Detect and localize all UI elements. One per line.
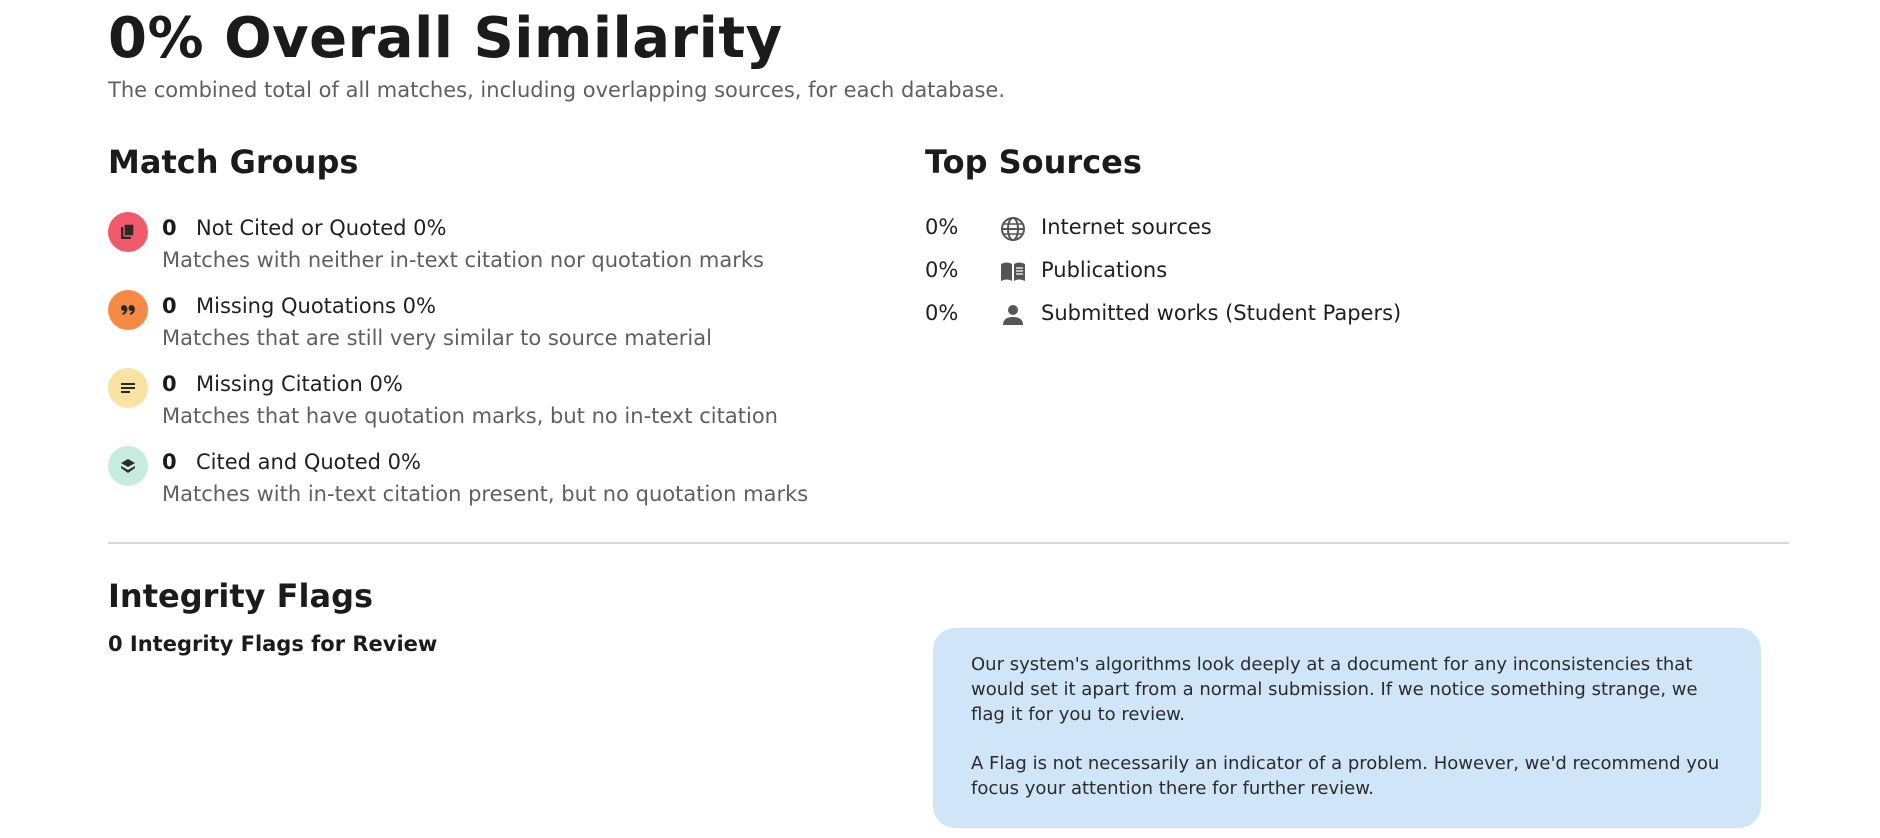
match-group-count: 0	[162, 294, 177, 318]
match-group-label: Missing Quotations 0%	[196, 294, 436, 318]
source-label: Submitted works (Student Papers)	[1041, 301, 1402, 325]
source-percent: 0%	[925, 215, 959, 239]
source-submitted-works[interactable]: 0% Submitted works (Student Papers)	[925, 297, 1625, 333]
match-group-count: 0	[162, 450, 177, 474]
page-title: 0% Overall Similarity	[108, 6, 783, 71]
integrity-flags-heading: Integrity Flags	[108, 577, 374, 615]
lines-icon	[108, 368, 148, 408]
match-group-missing-citation[interactable]: 0 Missing Citation 0% Matches that have …	[108, 366, 868, 436]
person-icon	[998, 300, 1028, 330]
source-publications[interactable]: 0% Publications	[925, 254, 1625, 290]
integrity-info-box: Our system's algorithms look deeply at a…	[933, 628, 1761, 828]
match-groups-heading: Match Groups	[108, 143, 359, 181]
source-internet[interactable]: 0% Internet sources	[925, 211, 1625, 247]
top-sources-heading: Top Sources	[925, 143, 1142, 181]
section-divider	[108, 542, 1789, 544]
source-percent: 0%	[925, 258, 959, 282]
source-label: Internet sources	[1041, 215, 1212, 239]
match-group-label: Cited and Quoted 0%	[196, 450, 422, 474]
source-label: Publications	[1041, 258, 1168, 282]
globe-icon	[998, 214, 1028, 244]
match-group-description: Matches with in-text citation present, b…	[162, 482, 809, 506]
source-percent: 0%	[925, 301, 959, 325]
match-group-label: Missing Citation 0%	[196, 372, 403, 396]
match-group-description: Matches that have quotation marks, but n…	[162, 404, 778, 428]
book-icon	[998, 257, 1028, 287]
integrity-flags-summary: 0 Integrity Flags for Review	[108, 632, 438, 656]
match-group-count: 0	[162, 216, 177, 240]
match-group-count: 0	[162, 372, 177, 396]
match-group-missing-quotations[interactable]: 0 Missing Quotations 0% Matches that are…	[108, 288, 868, 358]
match-group-cited-and-quoted[interactable]: 0 Cited and Quoted 0% Matches with in-te…	[108, 444, 868, 514]
match-group-description: Matches with neither in-text citation no…	[162, 248, 764, 272]
stack-icon	[108, 446, 148, 486]
info-paragraph: Our system's algorithms look deeply at a…	[971, 654, 1698, 725]
quote-icon	[108, 290, 148, 330]
info-paragraph: A Flag is not necessarily an indicator o…	[971, 753, 1720, 799]
copy-icon	[108, 212, 148, 252]
match-group-description: Matches that are still very similar to s…	[162, 326, 712, 350]
match-group-not-cited[interactable]: 0 Not Cited or Quoted 0% Matches with ne…	[108, 210, 868, 280]
match-group-label: Not Cited or Quoted 0%	[196, 216, 447, 240]
page-subtitle: The combined total of all matches, inclu…	[108, 78, 1006, 102]
